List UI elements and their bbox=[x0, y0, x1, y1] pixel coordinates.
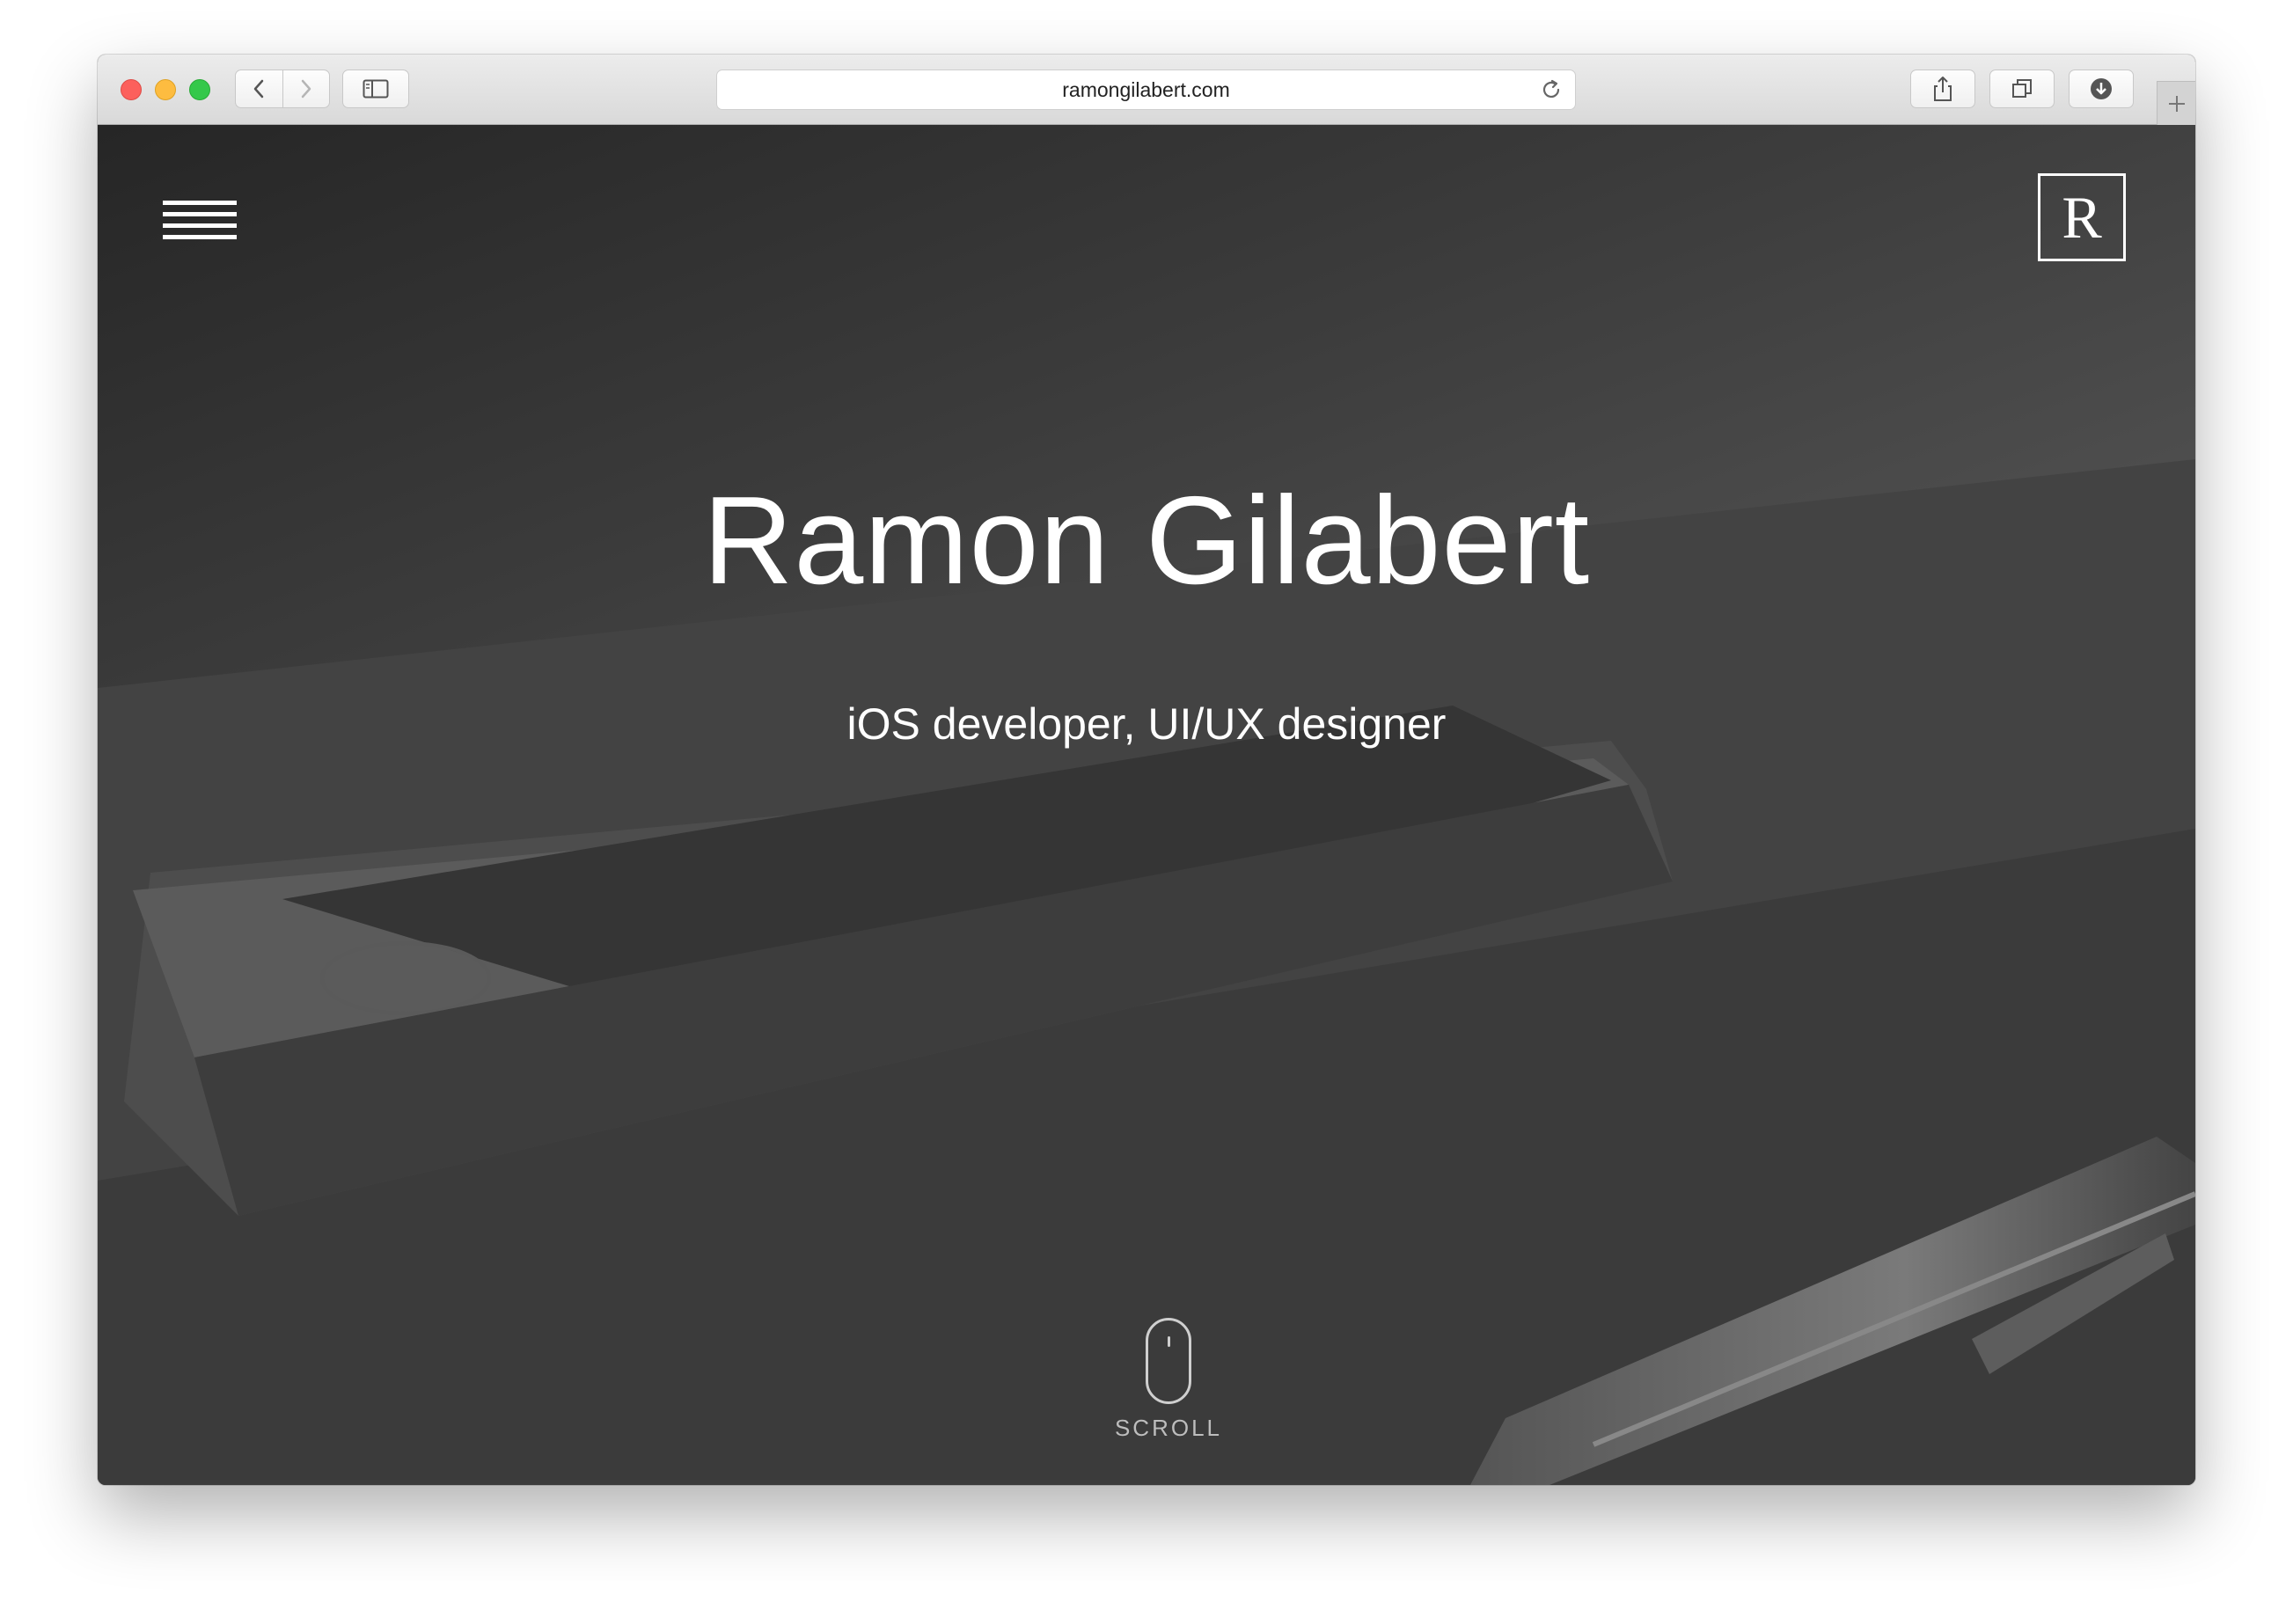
sidebar-button[interactable] bbox=[342, 69, 409, 108]
plus-icon bbox=[2168, 95, 2185, 112]
background-photo bbox=[98, 459, 2195, 1485]
share-button[interactable] bbox=[1910, 69, 1975, 108]
mouse-wheel bbox=[1168, 1336, 1170, 1347]
chevron-right-icon bbox=[301, 79, 311, 99]
hero-section: R Ramon Gilabert iOS developer, UI/UX de… bbox=[98, 125, 2195, 1485]
url-text: ramongilabert.com bbox=[1062, 78, 1230, 101]
menu-line bbox=[163, 223, 237, 228]
close-window-button[interactable] bbox=[121, 79, 142, 100]
reload-icon[interactable] bbox=[1540, 78, 1563, 101]
navigation-buttons bbox=[235, 69, 330, 108]
tabs-icon bbox=[2012, 79, 2032, 98]
hamburger-menu-button[interactable] bbox=[163, 201, 237, 239]
browser-window: ramongilabert.com R Ramon Gilabert iOS d… bbox=[98, 55, 2195, 1485]
share-icon bbox=[1934, 77, 1952, 101]
tabs-overview-button[interactable] bbox=[1989, 69, 2055, 108]
address-bar[interactable]: ramongilabert.com bbox=[716, 69, 1576, 110]
scroll-mouse-icon[interactable] bbox=[1146, 1318, 1191, 1404]
scroll-label[interactable]: SCROLL bbox=[1081, 1415, 1256, 1442]
download-icon bbox=[2091, 78, 2112, 99]
maximize-window-button[interactable] bbox=[189, 79, 210, 100]
back-button[interactable] bbox=[236, 70, 282, 107]
chevron-left-icon bbox=[254, 79, 264, 99]
new-tab-button[interactable] bbox=[2157, 81, 2195, 125]
hero-subtitle: iOS developer, UI/UX designer bbox=[846, 699, 1447, 749]
minimize-window-button[interactable] bbox=[155, 79, 176, 100]
hero-title: Ramon Gilabert bbox=[702, 471, 1591, 611]
menu-line bbox=[163, 201, 237, 205]
browser-toolbar: ramongilabert.com bbox=[98, 55, 2195, 125]
menu-line bbox=[163, 212, 237, 216]
site-logo[interactable]: R bbox=[2038, 173, 2126, 261]
forward-button[interactable] bbox=[282, 70, 330, 107]
sidebar-icon bbox=[363, 79, 389, 99]
menu-line bbox=[163, 235, 237, 239]
downloads-button[interactable] bbox=[2069, 69, 2134, 108]
